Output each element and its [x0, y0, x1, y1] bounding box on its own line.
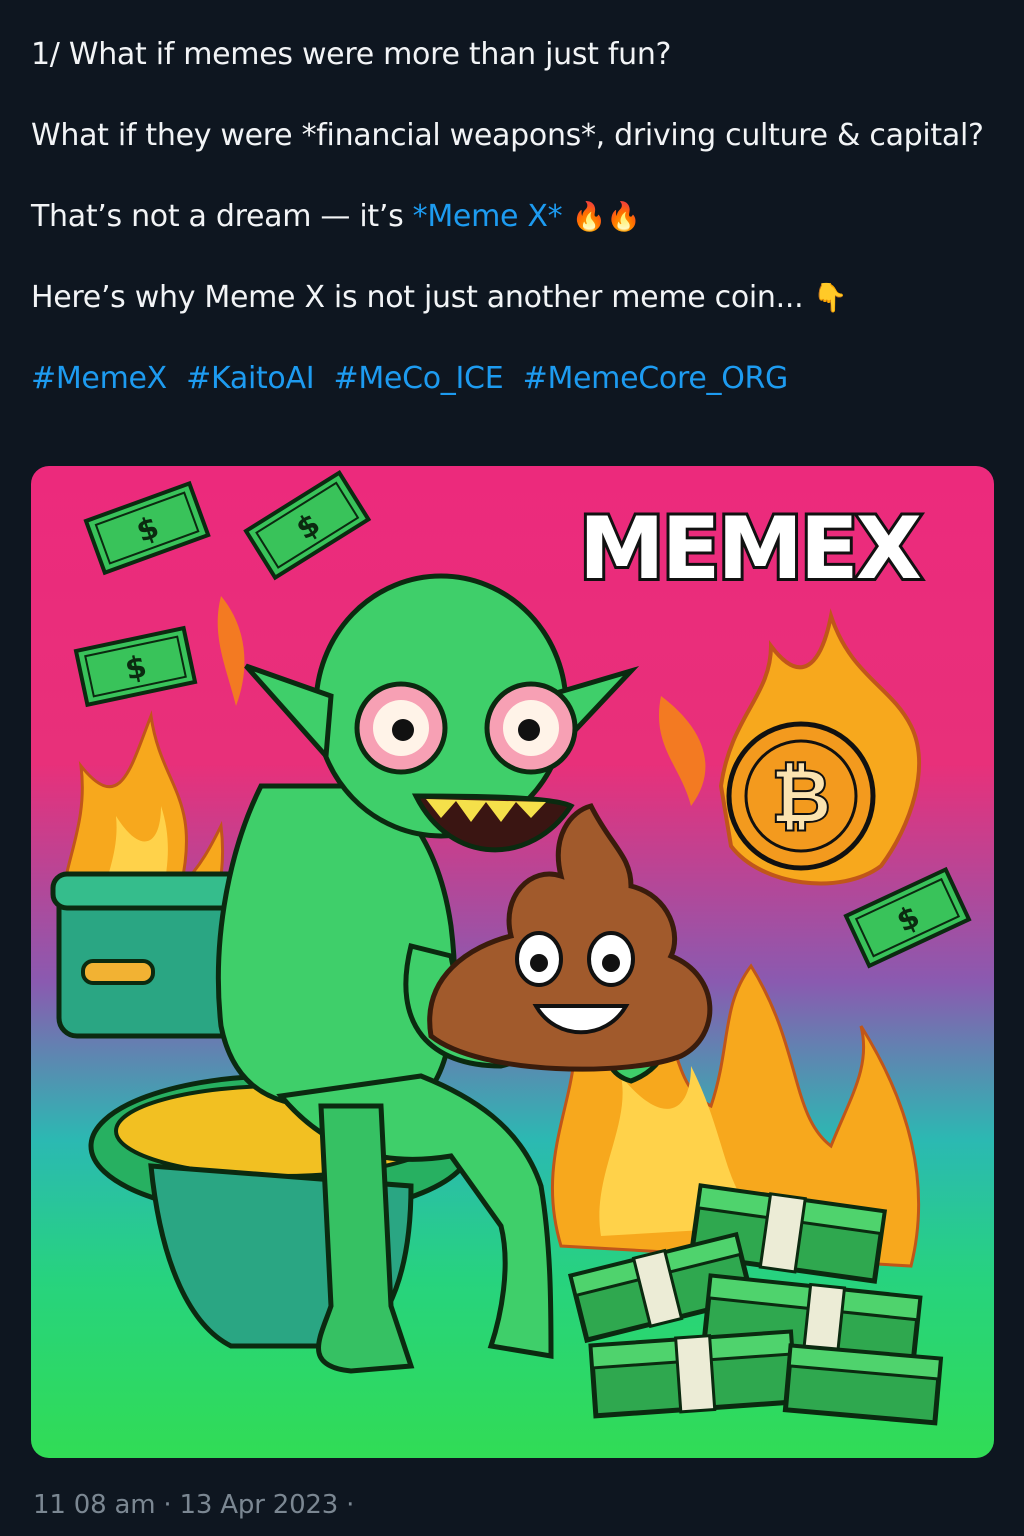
- dollar-bill-icon: $: [73, 625, 198, 708]
- flaming-bitcoin: ₿: [718, 608, 921, 886]
- meme-x-highlight: *Meme X*: [412, 199, 563, 234]
- fire-emoji: 🔥🔥: [571, 200, 641, 233]
- hashtag-memecore-org[interactable]: #MemeCore_ORG: [523, 361, 789, 396]
- tweet-line-1: 1/ What if memes were more than just fun…: [31, 37, 672, 72]
- bitcoin-icon: ₿: [771, 754, 831, 840]
- line-3-prefix: That’s not a dream — it’s: [31, 199, 413, 234]
- pointing-down-emoji: 👇: [812, 281, 848, 314]
- hashtag-meco-ice[interactable]: #MeCo_ICE: [334, 361, 504, 396]
- hashtag-kaitoai[interactable]: #KaitoAI: [186, 361, 314, 396]
- memex-title: MEMEX: [579, 499, 921, 599]
- dollar-bill-icon: $: [83, 480, 211, 576]
- meme-illustration: $ $ $ $ MEMEX ₿: [50, 469, 972, 1426]
- tweet-image[interactable]: $ $ $ $ MEMEX ₿: [31, 466, 994, 1458]
- hashtag-memex[interactable]: #MemeX: [31, 361, 167, 396]
- tweet-line-2: What if they were *financial weapons*, d…: [31, 118, 984, 153]
- tweet-timestamp[interactable]: 11 08 am · 13 Apr 2023 ·: [33, 1490, 354, 1520]
- tweet-line-3: That’s not a dream — it’s *Meme X* 🔥🔥: [31, 196, 991, 237]
- dollar-bill-icon: $: [243, 469, 372, 581]
- dollar-bill-icon: $: [843, 866, 972, 969]
- tweet-line-4: Here’s why Meme X is not just another me…: [31, 277, 991, 318]
- hashtags: #MemeX #KaitoAI #MeCo_ICE #MemeCore_ORG: [31, 358, 991, 399]
- tweet-text: 1/ What if memes were more than just fun…: [31, 34, 991, 439]
- line-4-text: Here’s why Meme X is not just another me…: [31, 280, 804, 315]
